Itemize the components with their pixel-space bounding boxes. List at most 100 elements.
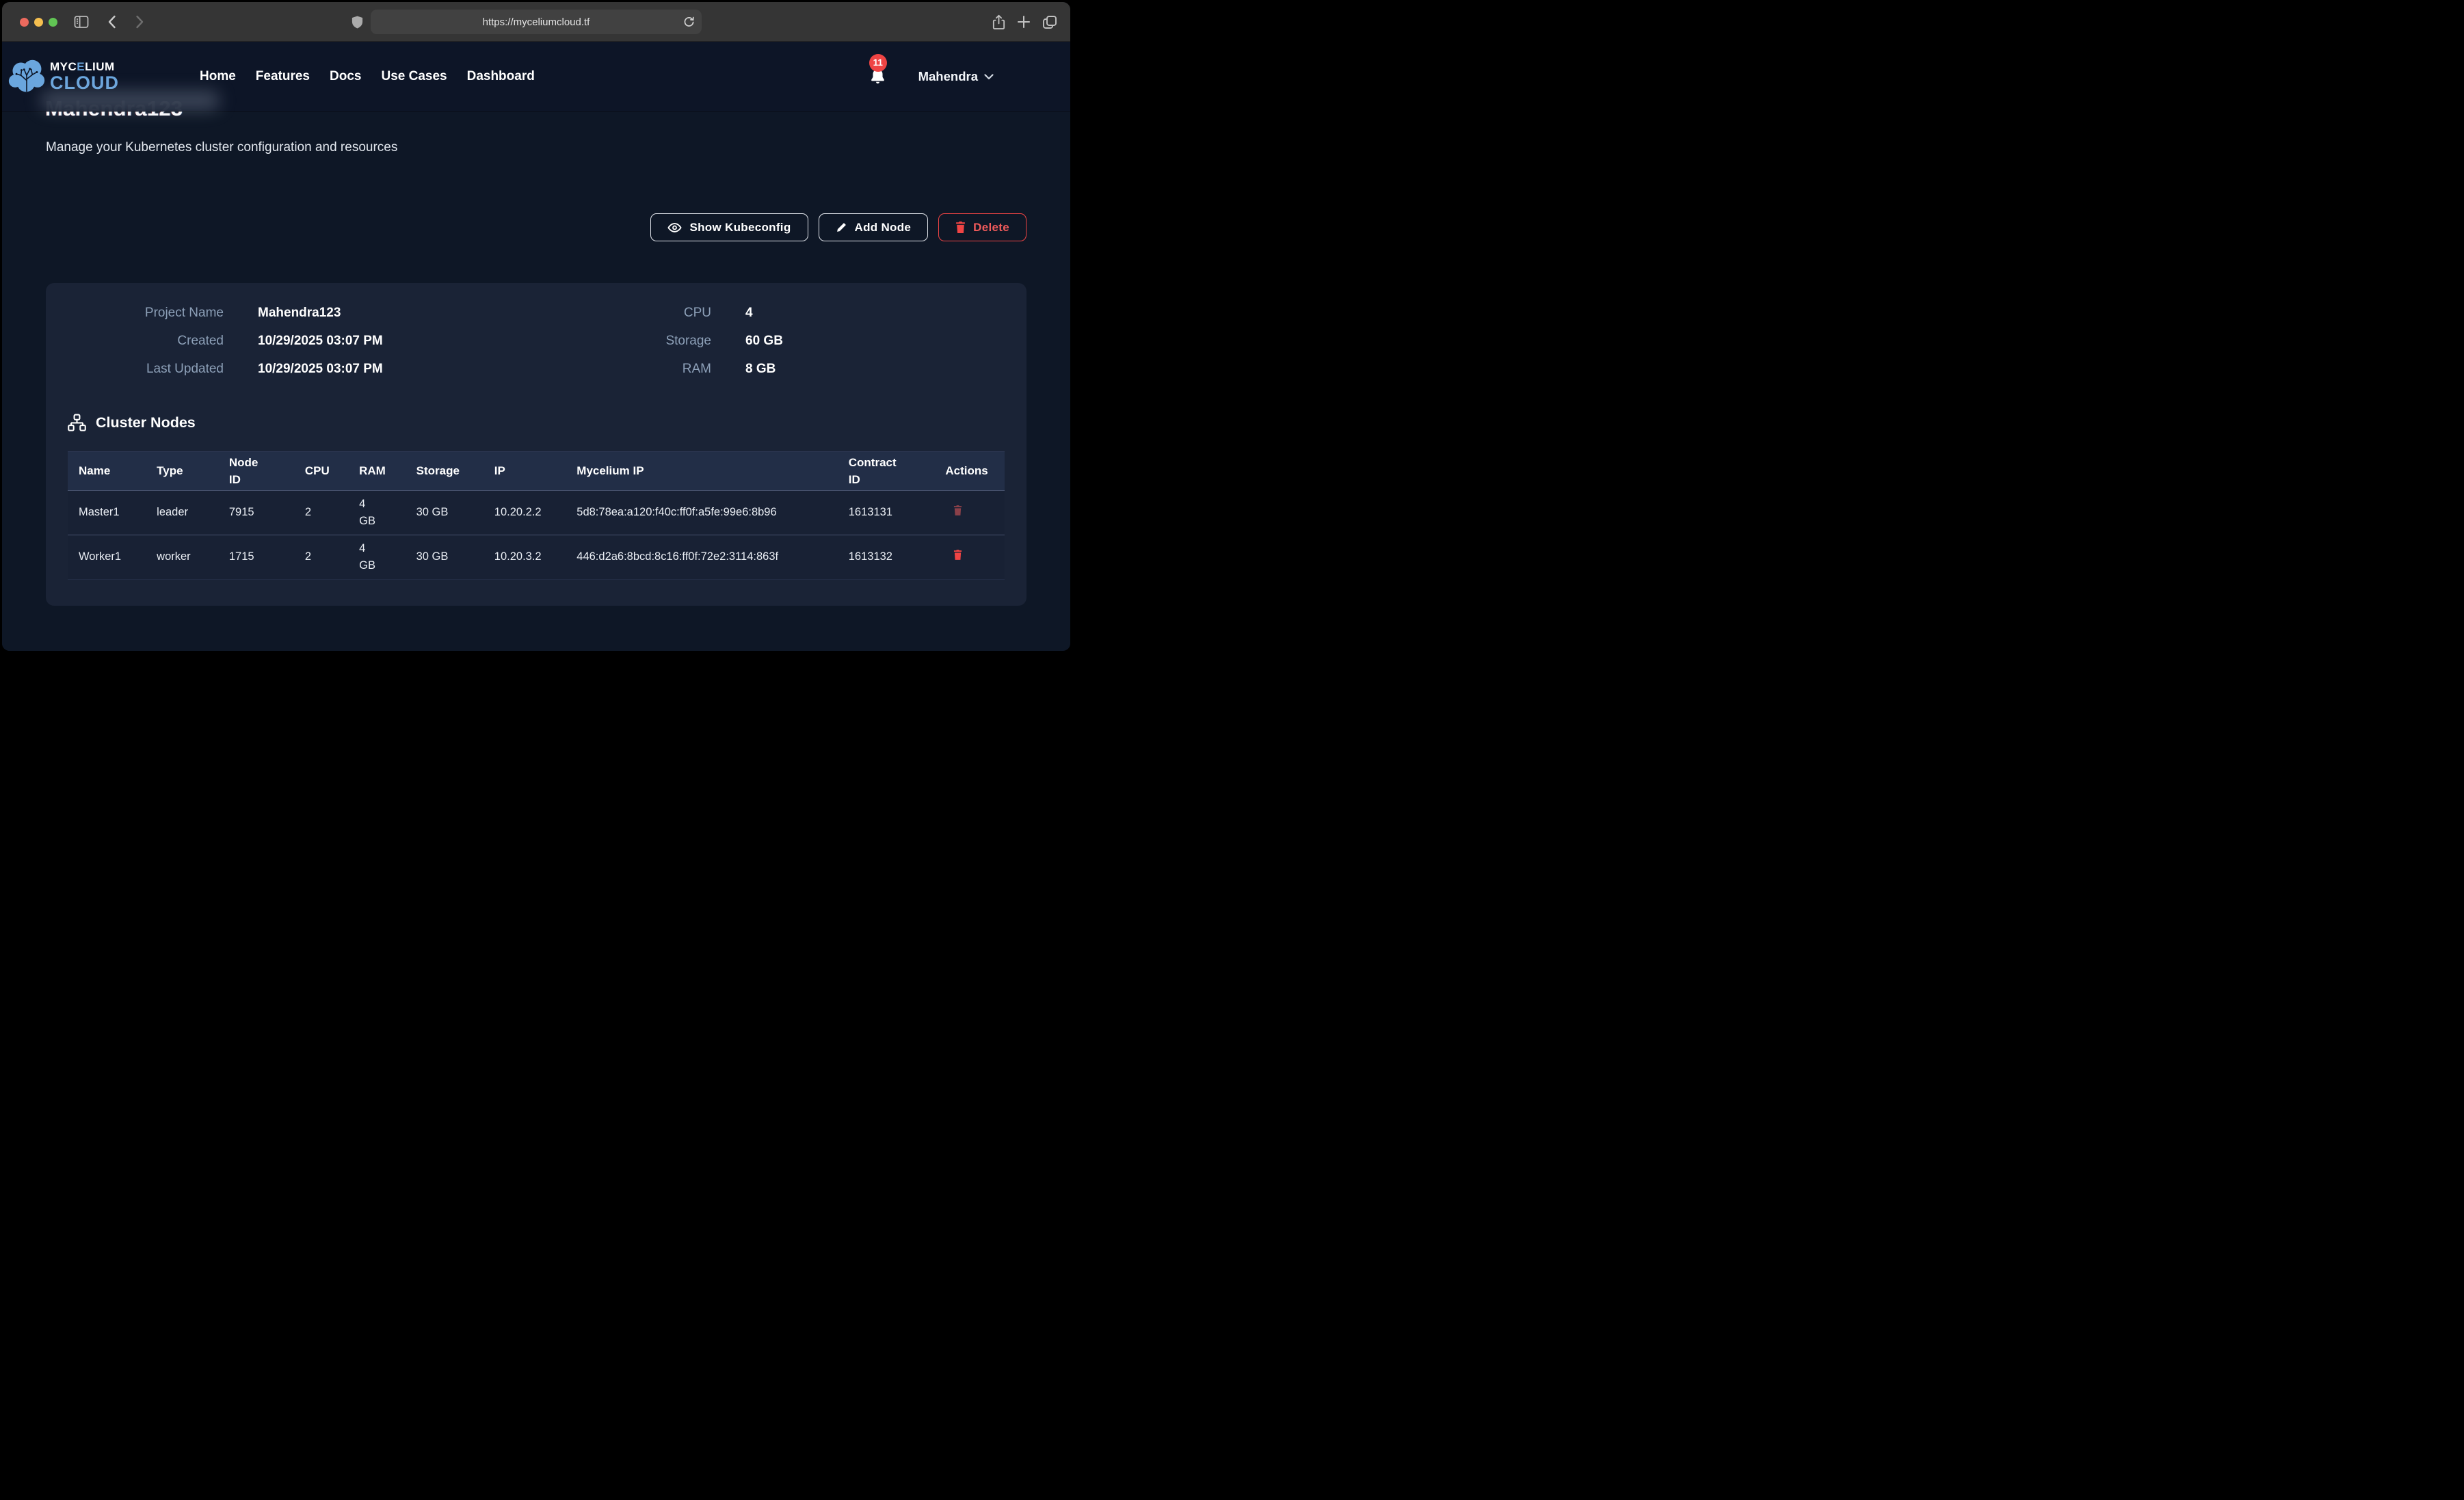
page-content: Mahendra123 xyxy=(2,42,1070,651)
cell-name: Master1 xyxy=(68,491,146,535)
user-menu[interactable]: Mahendra xyxy=(918,69,994,84)
col-name: Name xyxy=(68,452,146,491)
privacy-shield-button[interactable] xyxy=(349,14,365,31)
cell-type: leader xyxy=(146,491,218,535)
window-controls xyxy=(20,18,57,27)
cluster-info-right: CPU 4 Storage 60 GB RAM 8 GB xyxy=(550,306,1005,390)
cluster-info-grid: Project Name Mahendra123 Created 10/29/2… xyxy=(68,306,1005,390)
info-row-project-name: Project Name Mahendra123 xyxy=(68,306,522,321)
nav-dashboard[interactable]: Dashboard xyxy=(467,69,535,84)
sidebar-toggle-button[interactable] xyxy=(72,13,90,31)
delete-node-button[interactable] xyxy=(953,505,962,515)
delete-cluster-button[interactable]: Delete xyxy=(938,213,1026,241)
main-area: Manage your Kubernetes cluster configura… xyxy=(2,111,1070,651)
minimize-window-button[interactable] xyxy=(34,18,43,27)
cell-mycelium-ip: 5d8:78ea:a120:f40c:ff0f:a5fe:99e6:8b96 xyxy=(566,491,837,535)
cluster-details-panel: Project Name Mahendra123 Created 10/29/2… xyxy=(46,283,1026,606)
notification-badge: 11 xyxy=(869,54,887,72)
shield-icon xyxy=(351,15,364,30)
cell-ram: 4 GB xyxy=(348,535,406,580)
cell-mycelium-ip: 446:d2a6:8bcd:8c16:ff0f:72e2:3114:863f xyxy=(566,535,837,580)
cell-contract-id: 1613131 xyxy=(838,491,935,535)
cluster-actions: Show Kubeconfig Add Node Delete xyxy=(46,213,1026,241)
col-contract-id: Contract ID xyxy=(838,452,935,491)
cluster-nodes-title: Cluster Nodes xyxy=(96,414,196,431)
pencil-icon xyxy=(836,222,847,233)
cell-node-id: 7915 xyxy=(218,491,294,535)
forward-icon xyxy=(133,14,146,29)
cloud-logo-icon xyxy=(8,56,46,97)
info-row-last-updated: Last Updated 10/29/2025 03:07 PM xyxy=(68,362,522,377)
main-nav: Home Features Docs Use Cases Dashboard xyxy=(200,69,535,84)
table-header-row: Name Type Node ID CPU RAM Storage IP Myc… xyxy=(68,452,1005,491)
col-actions: Actions xyxy=(934,452,1005,491)
show-kubeconfig-button[interactable]: Show Kubeconfig xyxy=(650,213,808,241)
cell-type: worker xyxy=(146,535,218,580)
browser-window: https://myceliumcloud.tf xyxy=(2,2,1070,651)
plus-icon xyxy=(1016,14,1031,29)
back-icon xyxy=(106,14,118,29)
notifications-button[interactable]: 11 xyxy=(869,67,887,87)
cell-storage: 30 GB xyxy=(406,491,483,535)
eye-icon xyxy=(667,222,682,233)
refresh-button[interactable] xyxy=(683,15,696,29)
sidebar-toggle-icon xyxy=(73,14,90,30)
col-type: Type xyxy=(146,452,218,491)
cluster-info-left: Project Name Mahendra123 Created 10/29/2… xyxy=(68,306,522,390)
col-mycelium-ip: Mycelium IP xyxy=(566,452,837,491)
cell-actions xyxy=(934,535,1005,580)
back-button[interactable] xyxy=(105,14,120,30)
info-row-cpu: CPU 4 xyxy=(550,306,1005,321)
site-header: MYCELIUM CLOUD Home Features Docs Use Ca… xyxy=(2,42,1070,111)
cell-ram: 4 GB xyxy=(348,491,406,535)
cluster-nodes-icon xyxy=(68,414,86,432)
close-window-button[interactable] xyxy=(20,18,29,27)
cell-node-id: 1715 xyxy=(218,535,294,580)
cell-ip: 10.20.3.2 xyxy=(483,535,566,580)
tabs-overview-icon xyxy=(1042,14,1058,30)
cell-cpu: 2 xyxy=(294,535,348,580)
info-row-created: Created 10/29/2025 03:07 PM xyxy=(68,334,522,349)
share-icon xyxy=(991,14,1007,31)
page-subtitle: Manage your Kubernetes cluster configura… xyxy=(46,140,1026,155)
table-row-worker1: Worker1 worker 1715 2 4 GB 30 GB 10.20.3… xyxy=(68,535,1005,580)
col-storage: Storage xyxy=(406,452,483,491)
col-ip: IP xyxy=(483,452,566,491)
add-node-button[interactable]: Add Node xyxy=(819,213,929,241)
zoom-window-button[interactable] xyxy=(49,18,57,27)
trash-icon xyxy=(953,550,962,560)
cell-actions xyxy=(934,491,1005,535)
info-row-storage: Storage 60 GB xyxy=(550,334,1005,349)
logo-text: MYCELIUM CLOUD xyxy=(50,61,119,92)
forward-button[interactable] xyxy=(132,14,147,30)
cell-storage: 30 GB xyxy=(406,535,483,580)
cell-ip: 10.20.2.2 xyxy=(483,491,566,535)
cell-name: Worker1 xyxy=(68,535,146,580)
info-row-ram: RAM 8 GB xyxy=(550,362,1005,377)
col-cpu: CPU xyxy=(294,452,348,491)
nav-features[interactable]: Features xyxy=(256,69,310,84)
col-node-id: Node ID xyxy=(218,452,294,491)
table-row-master1: Master1 leader 7915 2 4 GB 30 GB 10.20.2… xyxy=(68,491,1005,535)
tab-overview-button[interactable] xyxy=(1041,13,1059,31)
nav-docs[interactable]: Docs xyxy=(330,69,361,84)
trash-icon xyxy=(953,505,962,515)
logo[interactable]: MYCELIUM CLOUD xyxy=(8,56,119,97)
nav-home[interactable]: Home xyxy=(200,69,236,84)
refresh-icon xyxy=(683,16,696,29)
delete-node-button[interactable] xyxy=(953,550,962,560)
col-ram: RAM xyxy=(348,452,406,491)
chevron-down-icon xyxy=(984,74,994,80)
nav-use-cases[interactable]: Use Cases xyxy=(381,69,447,84)
share-button[interactable] xyxy=(990,13,1007,31)
address-bar[interactable]: https://myceliumcloud.tf xyxy=(371,10,702,34)
cluster-nodes-header: Cluster Nodes xyxy=(68,414,1005,432)
new-tab-button[interactable] xyxy=(1015,13,1033,31)
browser-toolbar: https://myceliumcloud.tf xyxy=(2,2,1070,42)
trash-icon xyxy=(955,222,966,233)
user-name: Mahendra xyxy=(918,69,978,84)
header-right: 11 Mahendra xyxy=(869,67,994,87)
cell-cpu: 2 xyxy=(294,491,348,535)
cluster-nodes-table: Name Type Node ID CPU RAM Storage IP Myc… xyxy=(68,451,1005,580)
url-text: https://myceliumcloud.tf xyxy=(483,16,590,28)
